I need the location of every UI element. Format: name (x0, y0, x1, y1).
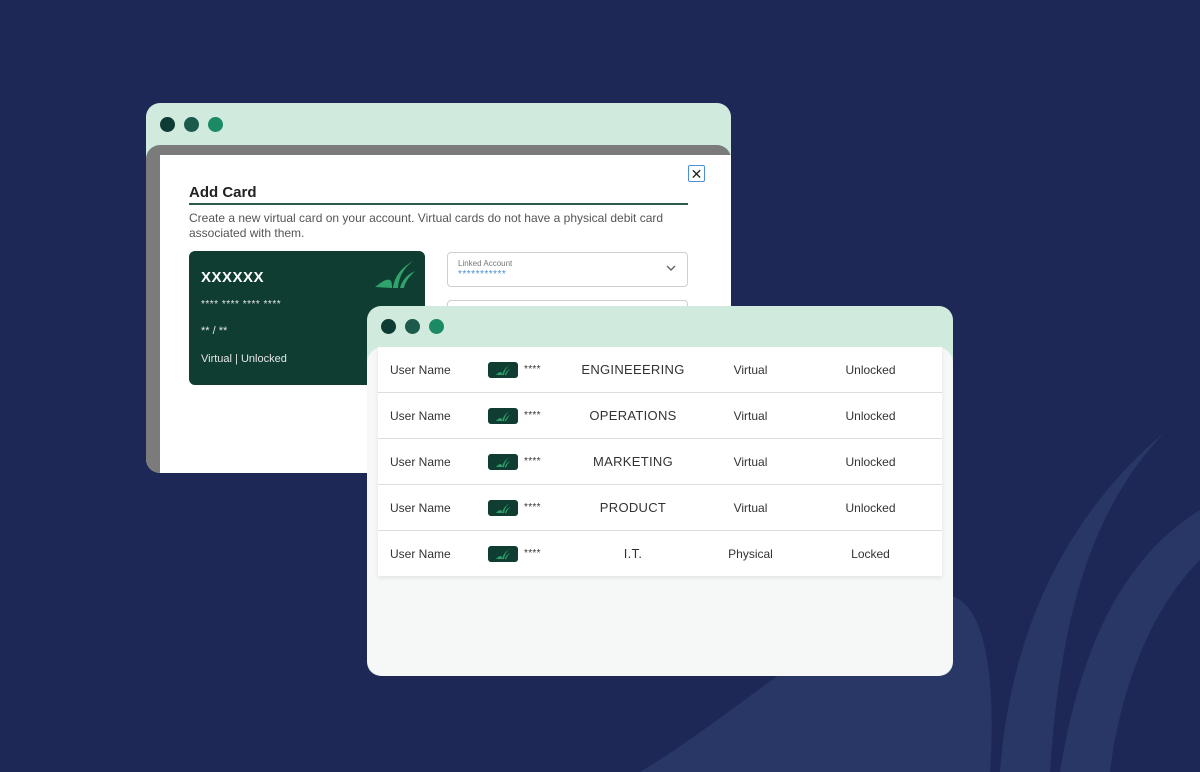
window-controls (381, 319, 444, 334)
table-row[interactable]: User Name **** OPERATIONS Virtual Unlock… (378, 393, 942, 439)
card-cell: **** (488, 347, 541, 392)
card-digits: **** (524, 548, 541, 559)
linked-account-value: *********** (458, 269, 507, 280)
linked-account-select[interactable]: Linked Account *********** (447, 252, 688, 287)
window-dot-2[interactable] (184, 117, 199, 132)
user-name: User Name (390, 546, 451, 561)
department: PRODUCT (599, 500, 667, 515)
window-dot-2[interactable] (405, 319, 420, 334)
department: I.T. (623, 546, 643, 561)
user-name: User Name (390, 362, 451, 377)
table-row[interactable]: User Name **** I.T. Physical Locked (378, 531, 942, 576)
card-type: Virtual (733, 454, 768, 469)
card-type: Virtual (733, 362, 768, 377)
close-button[interactable]: ✕ (688, 165, 705, 182)
card-status: Unlocked (845, 408, 896, 423)
card-chip-icon (488, 453, 518, 470)
department: MARKETING (593, 454, 673, 469)
card-digits: **** (524, 364, 541, 375)
card-cell: **** (488, 531, 541, 576)
modal-title: Add Card (189, 184, 257, 201)
card-status: Unlocked (845, 362, 896, 377)
cards-table: User Name **** ENGINEEERING Virtual Unlo… (378, 347, 942, 576)
card-cell: **** (488, 393, 541, 438)
card-chip-icon (488, 499, 518, 516)
card-name: XXXXXX (201, 269, 265, 286)
card-chip-icon (488, 361, 518, 378)
card-chip-icon (488, 407, 518, 424)
department: ENGINEEERING (581, 362, 685, 377)
table-row[interactable]: User Name **** ENGINEEERING Virtual Unlo… (378, 347, 942, 393)
card-status: Locked (851, 546, 890, 561)
department: OPERATIONS (589, 408, 677, 423)
user-name: User Name (390, 454, 451, 469)
window-dot-3[interactable] (208, 117, 223, 132)
card-status: Unlocked (845, 454, 896, 469)
user-name: User Name (390, 408, 451, 423)
card-status: Unlocked (845, 500, 896, 515)
chevron-down-icon (666, 265, 676, 271)
card-type: Physical (728, 546, 773, 561)
card-type: Virtual (733, 408, 768, 423)
linked-account-label: Linked Account (458, 259, 513, 268)
card-status: Virtual | Unlocked (201, 353, 287, 365)
brand-leaf-logo-icon (375, 261, 415, 288)
modal-description: Create a new virtual card on your accoun… (189, 211, 664, 240)
window-dot-3[interactable] (429, 319, 444, 334)
card-digits: **** (524, 410, 541, 421)
window-controls (160, 117, 223, 132)
close-icon: ✕ (690, 165, 703, 182)
table-row[interactable]: User Name **** MARKETING Virtual Unlocke… (378, 439, 942, 485)
cards-list-panel: User Name **** ENGINEEERING Virtual Unlo… (367, 347, 953, 676)
card-cell: **** (488, 485, 541, 530)
table-row[interactable]: User Name **** PRODUCT Virtual Unlocked (378, 485, 942, 531)
cards-list-window: User Name **** ENGINEEERING Virtual Unlo… (367, 306, 953, 676)
card-digits: **** (524, 502, 541, 513)
card-cell: **** (488, 439, 541, 484)
card-expiry: ** / ** (201, 325, 228, 337)
card-type: Virtual (733, 500, 768, 515)
card-chip-icon (488, 545, 518, 562)
window-dot-1[interactable] (381, 319, 396, 334)
card-digits: **** (524, 456, 541, 467)
user-name: User Name (390, 500, 451, 515)
title-divider (189, 203, 688, 205)
window-dot-1[interactable] (160, 117, 175, 132)
card-number: **** **** **** **** (201, 299, 282, 310)
